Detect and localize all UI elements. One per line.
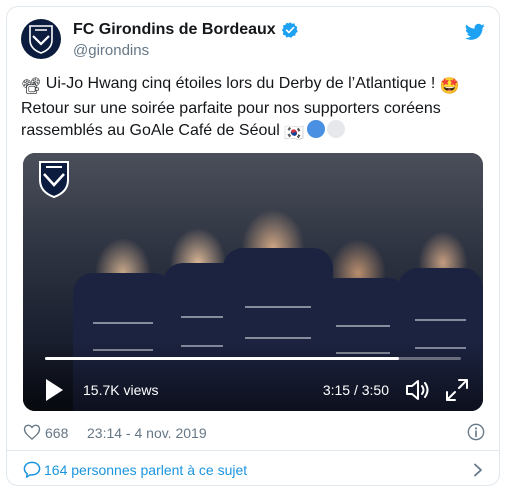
conversation-link[interactable]: 164 personnes parlent à ce sujet [7, 451, 499, 485]
star-struck-emoji: 🤩 [439, 78, 460, 95]
tweet-text: 📽 Ui-Jo Hwang cinq étoiles lors du Derby… [21, 73, 487, 145]
tweet-text-line-3: rassemblés au GoAle Café de Séoul 🇰🇷 [21, 120, 487, 145]
tweet-timestamp[interactable]: 23:14 - 4 nov. 2019 [87, 425, 207, 441]
tweet-text-segment-3: rassemblés au GoAle Café de Séoul [21, 122, 280, 139]
club-crest-icon [39, 161, 69, 199]
play-icon[interactable] [43, 377, 65, 403]
like-count[interactable]: 668 [45, 425, 68, 441]
info-icon[interactable] [467, 423, 485, 441]
view-count: 15.7K views [83, 382, 159, 398]
twitter-bird-icon[interactable] [465, 23, 485, 41]
display-name-text: FC Girondins de Bordeaux [73, 21, 276, 38]
fullscreen-icon[interactable] [445, 378, 469, 402]
tweet-text-segment-1: Ui-Jo Hwang cinq étoiles lors du Derby d… [45, 75, 436, 92]
speech-bubble-icon [23, 461, 41, 478]
volume-icon[interactable] [405, 378, 431, 402]
display-name[interactable]: FC Girondins de Bordeaux [73, 21, 299, 39]
video-time: 3:15 / 3:50 [322, 382, 389, 398]
handle[interactable]: @girondins [73, 42, 149, 59]
tweet-text-line-2: Retour sur une soirée parfaite pour nos … [21, 100, 441, 117]
video-progress-bar[interactable] [45, 357, 461, 360]
video-progress-fill [45, 357, 399, 360]
blue-circle-emoji [307, 120, 326, 138]
heart-icon[interactable] [23, 424, 41, 440]
tweet-text-line-1: 📽 Ui-Jo Hwang cinq étoiles lors du Derby… [21, 73, 487, 98]
club-crest-icon [29, 25, 53, 54]
conversation-label: 164 personnes parlent à ce sujet [44, 462, 248, 478]
verified-badge-icon [281, 22, 298, 38]
film-projector-emoji: 📽 [21, 78, 42, 95]
tweet-card: FC Girondins de Bordeaux @girondins 📽 Ui… [6, 6, 500, 486]
video-player[interactable]: 15.7K views 3:15 / 3:50 [23, 153, 483, 411]
tweet-meta: 668 23:14 - 4 nov. 2019 [23, 422, 485, 444]
chevron-right-icon [474, 463, 482, 477]
white-circle-emoji [327, 120, 346, 138]
tweet-header: FC Girondins de Bordeaux @girondins [21, 19, 485, 69]
korea-flag-emoji: 🇰🇷 [284, 125, 305, 142]
avatar[interactable] [21, 19, 61, 59]
